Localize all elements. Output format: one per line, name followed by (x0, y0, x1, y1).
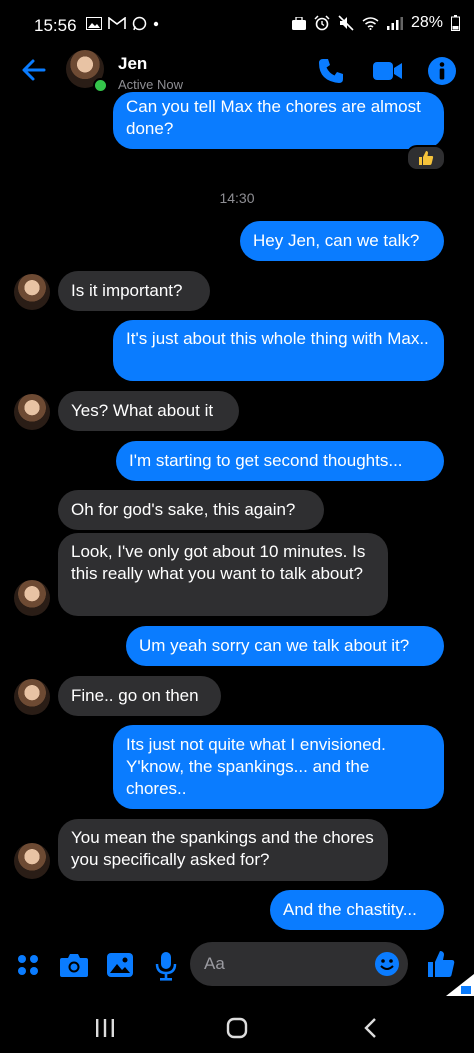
camera-icon[interactable] (59, 952, 89, 978)
gmail-icon (108, 17, 126, 29)
thumbs-up-reaction-icon (419, 151, 434, 165)
alarm-icon (314, 15, 330, 31)
sender-avatar (14, 394, 50, 430)
message-bubble-sent[interactable]: Its just not quite what I envisioned. Y'… (113, 725, 444, 809)
work-profile-badge-icon (446, 974, 474, 996)
message-bubble-sent[interactable]: It's just about this whole thing with Ma… (113, 320, 444, 381)
status-time: 15:56 (34, 16, 77, 35)
sender-avatar (14, 274, 50, 310)
emoji-icon[interactable] (374, 951, 400, 977)
message-bubble-received[interactable]: Look, I've only got about 10 minutes. Is… (58, 533, 388, 616)
message-bubble-received[interactable]: Fine.. go on then (58, 676, 221, 716)
sender-avatar (14, 843, 50, 879)
system-navigation-bar (0, 994, 474, 1053)
signal-icon (386, 17, 403, 30)
active-status: Active Now (118, 77, 184, 92)
message-timestamp: 14:30 (219, 190, 255, 206)
back-arrow-icon[interactable] (20, 56, 48, 84)
status-bar: 15:56 28% (0, 0, 474, 42)
home-icon[interactable] (226, 1017, 248, 1039)
battery-icon (451, 15, 460, 31)
message-bubble-sent[interactable]: Can you tell Max the chores are almost d… (113, 92, 444, 149)
microphone-icon[interactable] (154, 951, 178, 981)
wifi-icon (362, 17, 379, 30)
recent-apps-icon[interactable] (94, 1018, 116, 1038)
sender-avatar (14, 679, 50, 715)
info-icon[interactable] (427, 56, 457, 86)
message-bubble-sent[interactable]: And the chastity... (270, 890, 444, 930)
message-bubble-received[interactable]: Is it important? (58, 271, 210, 311)
more-actions-icon[interactable] (16, 953, 40, 977)
online-indicator (93, 78, 108, 93)
message-bubble-sent[interactable]: I'm starting to get second thoughts... (116, 441, 444, 481)
mute-icon (338, 15, 354, 31)
battery-level: 28% (410, 14, 443, 31)
gallery-icon (86, 17, 102, 30)
message-bubble-received[interactable]: Yes? What about it (58, 391, 239, 431)
message-bubble-sent[interactable]: Um yeah sorry can we talk about it? (126, 626, 444, 666)
reaction-badge[interactable] (406, 145, 446, 171)
more-dot-icon (153, 21, 159, 26)
briefcase-icon (291, 16, 306, 30)
message-bubble-received[interactable]: You mean the spankings and the chores yo… (58, 819, 388, 881)
back-nav-icon[interactable] (362, 1017, 378, 1039)
message-input[interactable]: Aa (190, 942, 408, 986)
message-bubble-sent[interactable]: Hey Jen, can we talk? (240, 221, 444, 261)
phone-call-icon[interactable] (316, 56, 346, 86)
notification-icons (86, 16, 159, 31)
whatsapp-icon (132, 16, 147, 31)
message-composer: Aa (0, 938, 474, 996)
message-input-placeholder: Aa (204, 954, 225, 973)
message-bubble-received[interactable]: Oh for god's sake, this again? (58, 490, 324, 530)
contact-name[interactable]: Jen (118, 54, 147, 74)
system-icons: 28% (291, 14, 460, 32)
sender-avatar (14, 580, 50, 616)
video-call-icon[interactable] (372, 56, 404, 86)
gallery-icon[interactable] (106, 952, 134, 978)
